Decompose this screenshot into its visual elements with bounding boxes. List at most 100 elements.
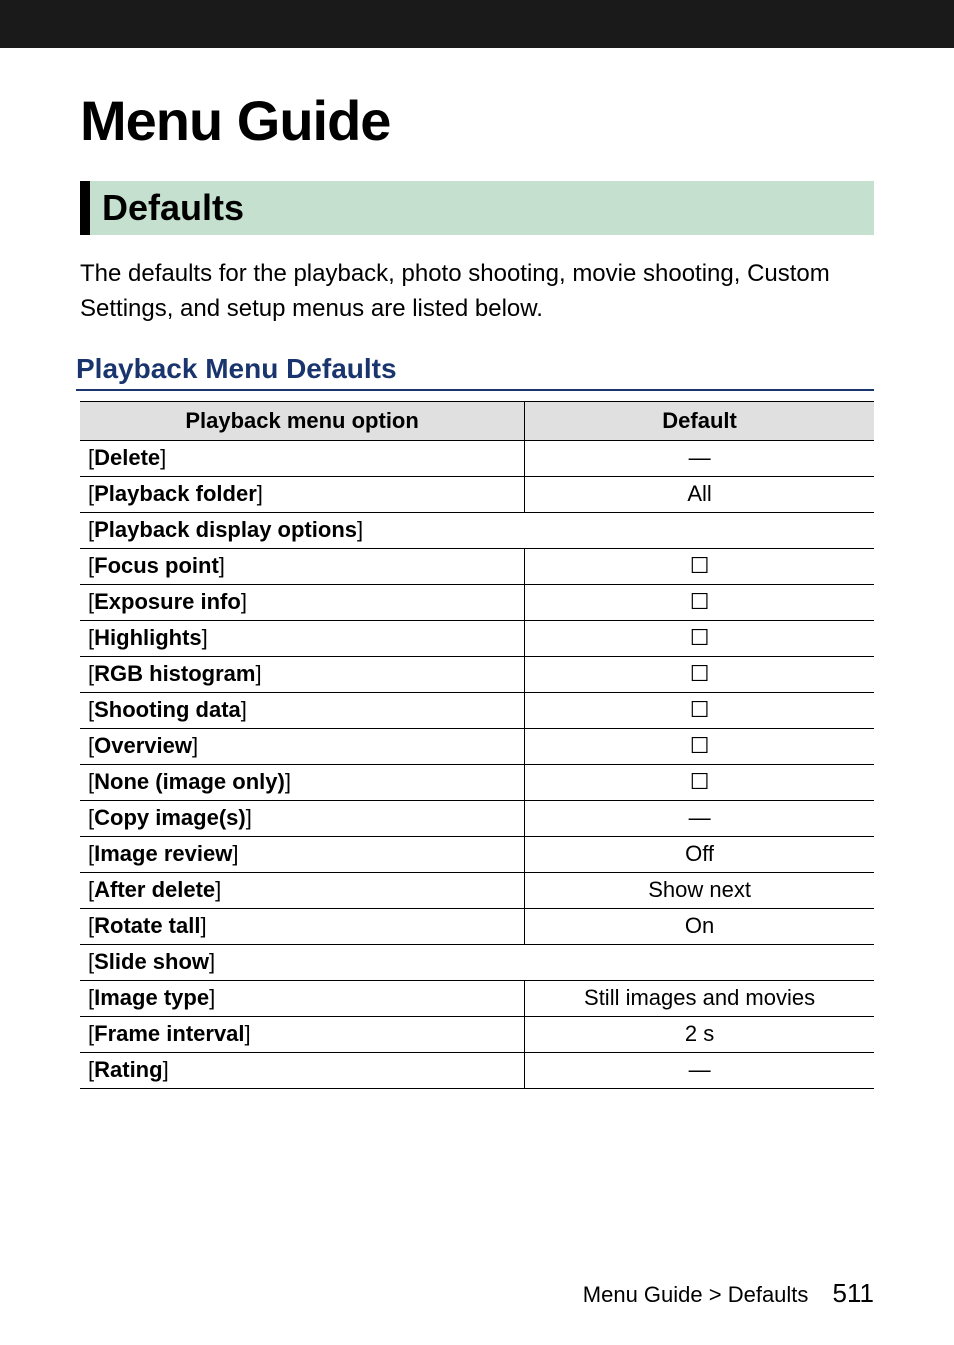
- default-cell: —: [525, 440, 874, 476]
- option-cell: [After delete]: [80, 872, 525, 908]
- default-cell: ☐: [525, 764, 874, 800]
- table-row: [Copy image(s)]—: [80, 800, 874, 836]
- option-label: Rating: [94, 1057, 162, 1082]
- default-cell: ☐: [525, 656, 874, 692]
- bracket-close: ]: [209, 985, 215, 1010]
- table-row: [Image review]Off: [80, 836, 874, 872]
- table-row: [Delete]—: [80, 440, 874, 476]
- option-label: RGB histogram: [94, 661, 255, 686]
- header-default: Default: [525, 401, 874, 440]
- table-row: [Playback display options]: [80, 512, 874, 548]
- bracket-close: ]: [192, 733, 198, 758]
- page-number: 511: [833, 1278, 874, 1308]
- bracket-close: ]: [160, 445, 166, 470]
- bracket-close: ]: [357, 517, 363, 542]
- option-cell: [Focus point]: [80, 548, 525, 584]
- table-row: [Playback folder]All: [80, 476, 874, 512]
- table-row: [Rotate tall]On: [80, 908, 874, 944]
- bracket-close: ]: [246, 805, 252, 830]
- bracket-close: ]: [241, 697, 247, 722]
- bracket-close: ]: [215, 877, 221, 902]
- option-cell: [Playback folder]: [80, 476, 525, 512]
- table-row: [RGB histogram]☐: [80, 656, 874, 692]
- bracket-close: ]: [245, 1021, 251, 1046]
- option-cell: [Image review]: [80, 836, 525, 872]
- table-row: [Overview]☐: [80, 728, 874, 764]
- default-cell: ☐: [525, 584, 874, 620]
- table-row: [Rating]—: [80, 1052, 874, 1088]
- bracket-close: ]: [255, 661, 261, 686]
- option-label: After delete: [94, 877, 215, 902]
- table-row: [Focus point]☐: [80, 548, 874, 584]
- page-content: Menu Guide Defaults The defaults for the…: [0, 48, 954, 1345]
- option-label: Copy image(s): [94, 805, 246, 830]
- table-row: [Shooting data]☐: [80, 692, 874, 728]
- bracket-close: ]: [209, 949, 215, 974]
- table-header-row: Playback menu option Default: [80, 401, 874, 440]
- bracket-close: ]: [202, 625, 208, 650]
- option-cell: [Rotate tall]: [80, 908, 525, 944]
- defaults-table: Playback menu option Default [Delete]—[P…: [80, 401, 874, 1089]
- option-label: Delete: [94, 445, 160, 470]
- default-cell: On: [525, 908, 874, 944]
- bracket-close: ]: [241, 589, 247, 614]
- option-label: Focus point: [94, 553, 219, 578]
- option-cell: [Copy image(s)]: [80, 800, 525, 836]
- option-label: Overview: [94, 733, 192, 758]
- table-row: [Exposure info]☐: [80, 584, 874, 620]
- bracket-close: ]: [200, 913, 206, 938]
- top-bar: [0, 0, 954, 48]
- page-footer: Menu Guide > Defaults 511: [583, 1278, 874, 1309]
- table-row: [Slide show]: [80, 944, 874, 980]
- option-cell: [Delete]: [80, 440, 525, 476]
- option-cell: [Rating]: [80, 1052, 525, 1088]
- table-row: [Highlights]☐: [80, 620, 874, 656]
- breadcrumb: Menu Guide > Defaults: [583, 1282, 809, 1307]
- option-cell: [None (image only)]: [80, 764, 525, 800]
- section-header: Defaults: [80, 181, 874, 235]
- option-cell: [Slide show]: [80, 944, 874, 980]
- option-label: Exposure info: [94, 589, 241, 614]
- bracket-close: ]: [219, 553, 225, 578]
- header-option: Playback menu option: [80, 401, 525, 440]
- default-cell: Still images and movies: [525, 980, 874, 1016]
- bracket-close: ]: [163, 1057, 169, 1082]
- table-row: [None (image only)]☐: [80, 764, 874, 800]
- bracket-close: ]: [232, 841, 238, 866]
- default-cell: ☐: [525, 548, 874, 584]
- default-cell: ☐: [525, 728, 874, 764]
- page-title: Menu Guide: [80, 88, 874, 153]
- default-cell: —: [525, 800, 874, 836]
- option-label: Image review: [94, 841, 232, 866]
- default-cell: All: [525, 476, 874, 512]
- option-cell: [Highlights]: [80, 620, 525, 656]
- table-row: [After delete]Show next: [80, 872, 874, 908]
- option-label: Slide show: [94, 949, 209, 974]
- table-row: [Frame interval]2 s: [80, 1016, 874, 1052]
- option-cell: [Exposure info]: [80, 584, 525, 620]
- option-label: None (image only): [94, 769, 285, 794]
- bracket-close: ]: [257, 481, 263, 506]
- default-cell: —: [525, 1052, 874, 1088]
- option-label: Shooting data: [94, 697, 241, 722]
- table-subheader: Playback Menu Defaults: [76, 353, 874, 391]
- default-cell: 2 s: [525, 1016, 874, 1052]
- default-cell: Show next: [525, 872, 874, 908]
- option-label: Playback folder: [94, 481, 257, 506]
- option-label: Rotate tall: [94, 913, 200, 938]
- option-label: Highlights: [94, 625, 202, 650]
- default-cell: Off: [525, 836, 874, 872]
- default-cell: ☐: [525, 692, 874, 728]
- bracket-close: ]: [285, 769, 291, 794]
- option-cell: [Playback display options]: [80, 512, 874, 548]
- table-row: [Image type]Still images and movies: [80, 980, 874, 1016]
- intro-paragraph: The defaults for the playback, photo sho…: [80, 257, 874, 327]
- option-label: Playback display options: [94, 517, 357, 542]
- option-cell: [Shooting data]: [80, 692, 525, 728]
- option-cell: [RGB histogram]: [80, 656, 525, 692]
- default-cell: ☐: [525, 620, 874, 656]
- option-cell: [Image type]: [80, 980, 525, 1016]
- option-cell: [Overview]: [80, 728, 525, 764]
- option-label: Frame interval: [94, 1021, 244, 1046]
- option-label: Image type: [94, 985, 209, 1010]
